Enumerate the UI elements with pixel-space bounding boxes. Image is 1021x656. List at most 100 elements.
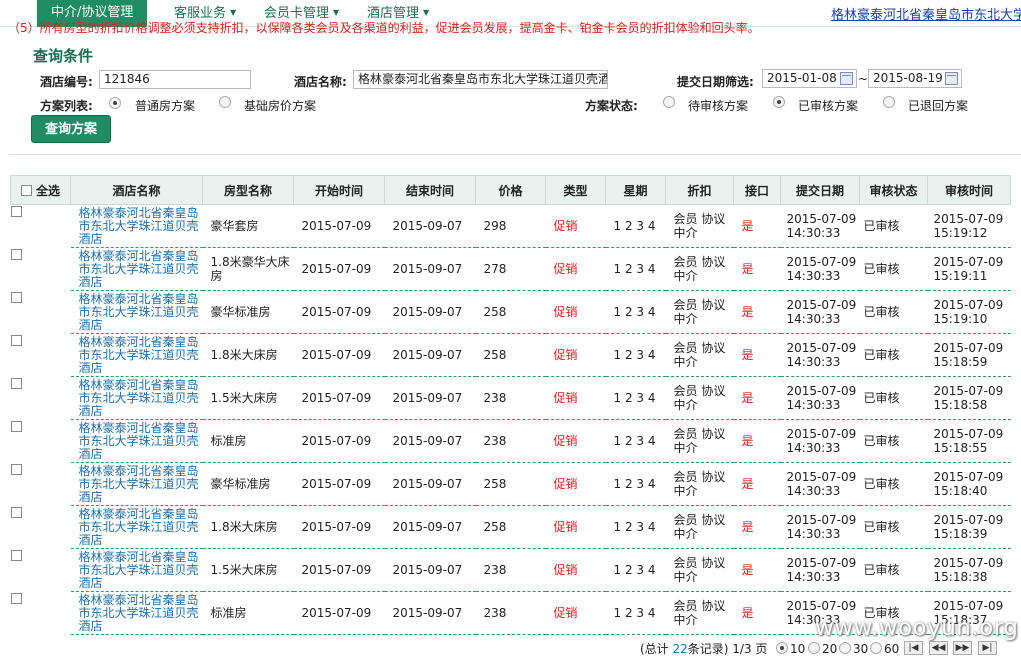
pagination-summary: (总计 22条记录) 1/3 页: [640, 640, 767, 656]
status-cell: 已审核: [859, 290, 928, 334]
col-header-room: 房型名称: [202, 175, 294, 205]
col-header-start: 开始时间: [293, 175, 385, 205]
audit-time-cell: 2015-07-09 15:18:58: [927, 376, 1011, 420]
status-cell: 已审核: [859, 204, 928, 248]
page-size-radio-60[interactable]: [870, 642, 882, 654]
interface-cell: 是: [733, 376, 781, 420]
calendar-icon[interactable]: [945, 72, 958, 85]
next-page-icon[interactable]: ▶▶: [953, 641, 972, 655]
audit-time-cell: 2015-07-09 15:18:40: [927, 462, 1011, 506]
prev-page-icon[interactable]: ◀◀: [929, 641, 948, 655]
page-size-label-60: 60: [884, 642, 900, 656]
hotel-name-cell[interactable]: 格林豪泰河北省秦皇岛市东北大学珠江道贝壳酒店: [70, 591, 203, 635]
col-header-end: 结束时间: [384, 175, 476, 205]
plan-radio-base[interactable]: [219, 96, 231, 108]
price-cell: 258: [475, 505, 546, 549]
caret-down-icon: ▼: [230, 8, 237, 17]
plan-list-label: 方案列表:: [40, 99, 93, 113]
plan-status-label: 方案状态:: [585, 99, 638, 113]
col-header-type: 类型: [545, 175, 606, 205]
hotel-name-cell[interactable]: 格林豪泰河北省秦皇岛市东北大学珠江道贝壳酒店: [70, 247, 203, 291]
page-size-label-30: 30: [853, 642, 869, 656]
status-cell: 已审核: [859, 247, 928, 291]
start-date-cell: 2015-07-09: [293, 333, 385, 377]
price-cell: 298: [475, 204, 546, 248]
nav-tab-label: 酒店管理: [367, 6, 420, 21]
date-to-value: 2015-08-19: [873, 71, 943, 85]
audit-time-cell: 2015-07-09 15:19:12: [927, 204, 1011, 248]
hotel-name-cell[interactable]: 格林豪泰河北省秦皇岛市东北大学珠江道贝壳酒店: [70, 204, 203, 248]
select-all-checkbox[interactable]: [20, 184, 32, 196]
type-cell: 促销: [545, 591, 606, 635]
hotel-name-cell[interactable]: 格林豪泰河北省秦皇岛市东北大学珠江道贝壳酒店: [70, 548, 203, 592]
page-size-radio-10[interactable]: [776, 642, 788, 654]
status-cell: 已审核: [859, 333, 928, 377]
date-from-input[interactable]: 2015-01-08: [762, 69, 857, 88]
discount-cell: 会员 协议 中介: [665, 376, 734, 420]
end-date-cell: 2015-09-07: [384, 505, 476, 549]
start-date-cell: 2015-07-09: [293, 591, 385, 635]
status-radio-returned[interactable]: [883, 96, 895, 108]
week-cell: 1 2 3 4: [605, 419, 666, 463]
calendar-icon[interactable]: [840, 72, 853, 85]
date-filter-label: 提交日期筛选:: [677, 75, 754, 89]
interface-cell: 是: [733, 548, 781, 592]
last-page-icon[interactable]: ▶|: [978, 641, 997, 655]
hotel-name-input[interactable]: 格林豪泰河北省秦皇岛市东北大学珠江道贝壳酒店: [353, 70, 608, 89]
hotel-name-cell[interactable]: 格林豪泰河北省秦皇岛市东北大学珠江道贝壳酒店: [70, 505, 203, 549]
hotel-name-cell[interactable]: 格林豪泰河北省秦皇岛市东北大学珠江道贝壳酒店: [70, 462, 203, 506]
interface-cell: 是: [733, 204, 781, 248]
status-radio-pending[interactable]: [663, 96, 675, 108]
hotel-name-cell[interactable]: 格林豪泰河北省秦皇岛市东北大学珠江道贝壳酒店: [70, 290, 203, 334]
page-size-radio-30[interactable]: [839, 642, 851, 654]
audit-time-cell: 2015-07-09 15:18:55: [927, 419, 1011, 463]
room-name-cell: 1.5米大床房: [202, 548, 294, 592]
plan-option-normal: 普通房方案: [135, 99, 196, 113]
col-header-hotel: 酒店名称: [70, 175, 203, 205]
price-cell: 238: [475, 548, 546, 592]
nav-tab-label: 中介/协议管理: [51, 5, 134, 20]
date-to-input[interactable]: 2015-08-19: [868, 69, 962, 88]
type-cell: 促销: [545, 462, 606, 506]
end-date-cell: 2015-09-07: [384, 333, 476, 377]
plan-option-base: 基础房价方案: [244, 99, 317, 113]
status-cell: 已审核: [859, 548, 928, 592]
start-date-cell: 2015-07-09: [293, 505, 385, 549]
table-row: 格林豪泰河北省秦皇岛市东北大学珠江道贝壳酒店 标准房 2015-07-09 2015-…: [10, 419, 1011, 463]
plan-radio-normal[interactable]: [109, 97, 121, 109]
type-cell: 促销: [545, 419, 606, 463]
submit-date-cell: 2015-07-09 14:30:33: [780, 376, 860, 420]
status-radio-approved[interactable]: [773, 96, 785, 108]
hotel-name-cell[interactable]: 格林豪泰河北省秦皇岛市东北大学珠江道贝壳酒店: [70, 419, 203, 463]
date-from-value: 2015-01-08: [767, 71, 837, 85]
room-name-cell: 豪华标准房: [202, 290, 294, 334]
submit-date-cell: 2015-07-09 14:30:33: [780, 548, 860, 592]
row-checkbox-cell: [10, 592, 22, 604]
table-row: 格林豪泰河北省秦皇岛市东北大学珠江道贝壳酒店 1.5米大床房 2015-07-09 2…: [10, 376, 1011, 420]
select-all-header[interactable]: 全选: [10, 175, 71, 205]
week-cell: 1 2 3 4: [605, 204, 666, 248]
current-hotel-link[interactable]: 格林豪泰河北省秦皇岛市东北大学珠江道贝壳酒店: [831, 4, 1021, 23]
submit-date-cell: 2015-07-09 14:30:33: [780, 462, 860, 506]
total-count: 22: [672, 642, 688, 656]
interface-cell: 是: [733, 247, 781, 291]
price-cell: 258: [475, 290, 546, 334]
hotel-no-input[interactable]: 121846: [99, 70, 251, 89]
page-size-radio-20[interactable]: [808, 642, 820, 654]
discount-cell: 会员 协议 中介: [665, 333, 734, 377]
room-name-cell: 豪华套房: [202, 204, 294, 248]
first-page-icon[interactable]: |◀: [904, 641, 923, 655]
row-checkbox-cell: [10, 206, 22, 217]
hotel-name-cell[interactable]: 格林豪泰河北省秦皇岛市东北大学珠江道贝壳酒店: [70, 333, 203, 377]
interface-cell: 是: [733, 505, 781, 549]
room-name-cell: 1.5米大床房: [202, 376, 294, 420]
query-plan-button[interactable]: 查询方案: [31, 115, 111, 143]
hotel-name-cell[interactable]: 格林豪泰河北省秦皇岛市东北大学珠江道贝壳酒店: [70, 376, 203, 420]
type-cell: 促销: [545, 247, 606, 291]
hotel-no-label: 酒店编号:: [40, 75, 93, 89]
end-date-cell: 2015-09-07: [384, 591, 476, 635]
caret-down-icon: ▼: [423, 8, 430, 17]
row-checkbox-cell: [10, 248, 22, 260]
end-date-cell: 2015-09-07: [384, 290, 476, 334]
col-header-discount: 折扣: [665, 175, 734, 205]
